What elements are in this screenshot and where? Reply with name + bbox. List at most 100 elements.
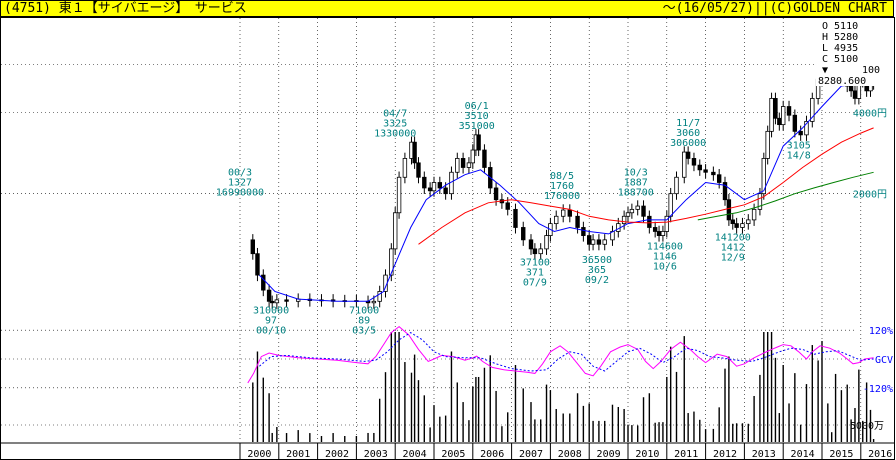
candle-down bbox=[596, 239, 602, 245]
candle-down bbox=[270, 300, 275, 304]
candle-up bbox=[660, 231, 666, 236]
volume-bar bbox=[770, 332, 773, 442]
candle-up bbox=[431, 182, 437, 192]
candle-up bbox=[470, 149, 475, 164]
volume-bar bbox=[514, 365, 517, 442]
ohlc-low: L 4935 bbox=[822, 43, 858, 54]
candle-down bbox=[656, 231, 662, 236]
volume-bar bbox=[429, 427, 431, 442]
annotation-label: 10/6 bbox=[653, 261, 677, 272]
candle-up bbox=[769, 98, 774, 132]
year-label: 2002 bbox=[325, 449, 349, 460]
candle-down bbox=[505, 202, 510, 210]
candle-up bbox=[371, 300, 377, 304]
volume-bar bbox=[592, 420, 594, 442]
candle-up bbox=[740, 223, 745, 228]
candle-down bbox=[697, 164, 702, 171]
volume-bar bbox=[741, 423, 744, 442]
year-label: 2005 bbox=[441, 449, 465, 460]
volume-bar bbox=[475, 376, 477, 442]
ohlc-change: 100 bbox=[862, 65, 880, 76]
candle-up bbox=[602, 239, 607, 245]
candle-down bbox=[521, 227, 526, 241]
volume-bar bbox=[450, 351, 453, 442]
volume-bar bbox=[598, 420, 600, 442]
candle-down bbox=[567, 209, 572, 217]
candle-down bbox=[528, 239, 534, 250]
year-label: 2012 bbox=[713, 449, 737, 460]
volume-bar bbox=[477, 376, 480, 442]
volume-bar bbox=[774, 357, 777, 442]
volume-bar bbox=[611, 404, 614, 442]
candle-up bbox=[590, 239, 596, 245]
volume-bar bbox=[423, 395, 425, 442]
candle-up bbox=[396, 176, 402, 214]
volume-bar bbox=[297, 430, 299, 442]
volume-bar bbox=[483, 367, 486, 442]
candle-down bbox=[730, 219, 735, 225]
annotation-label: 188700 bbox=[618, 188, 654, 199]
volume-bar bbox=[693, 411, 695, 442]
year-label: 2004 bbox=[403, 449, 427, 460]
candle-down bbox=[575, 215, 580, 228]
candle-down bbox=[852, 90, 858, 99]
volume-bar bbox=[778, 413, 781, 442]
volume-bar bbox=[462, 402, 464, 442]
year-label: 2008 bbox=[558, 449, 582, 460]
annotation-label: 00/10 bbox=[256, 325, 286, 336]
volume-bar bbox=[378, 398, 381, 442]
year-label: 2013 bbox=[752, 449, 776, 460]
year-label: 2000 bbox=[247, 449, 271, 460]
candle-down bbox=[703, 169, 708, 173]
volume-bar bbox=[811, 345, 813, 442]
volume-bar bbox=[472, 386, 474, 442]
candle-up bbox=[765, 130, 770, 159]
volume-bar bbox=[648, 393, 651, 442]
candle-down bbox=[652, 227, 658, 232]
candle-up bbox=[635, 205, 640, 210]
down-arrow-icon: ▼ bbox=[822, 65, 828, 76]
volume-bar bbox=[588, 403, 590, 442]
volume-bar bbox=[456, 382, 458, 442]
stock-chart: 00/31327169900003100009700/10710008903/5… bbox=[0, 17, 895, 460]
volume-bar bbox=[782, 365, 784, 442]
candle-down bbox=[437, 182, 443, 189]
volume-bar bbox=[687, 413, 689, 442]
candle-up bbox=[455, 158, 460, 173]
ohlc-box: O 5110 H 5280 L 4935 C 5100 ▼ 100 8280.6… bbox=[816, 18, 894, 87]
volume-bar bbox=[728, 356, 730, 442]
candle-down bbox=[581, 227, 586, 236]
candle-up bbox=[402, 158, 408, 178]
price-axis-label: 2000円 bbox=[853, 190, 887, 201]
candle-down bbox=[266, 289, 272, 302]
volume-bar bbox=[732, 423, 734, 442]
volume-bar bbox=[637, 425, 639, 442]
year-label: 2006 bbox=[480, 449, 504, 460]
candle-down bbox=[711, 171, 716, 176]
candle-down bbox=[716, 174, 722, 183]
volume-bar bbox=[507, 412, 509, 442]
volume-bar bbox=[309, 433, 311, 442]
candle-up bbox=[466, 162, 472, 168]
volume-bar bbox=[669, 346, 672, 442]
volume-bar bbox=[355, 436, 358, 442]
volume-bar bbox=[522, 388, 524, 442]
candle-up bbox=[392, 212, 398, 250]
volume-bar bbox=[489, 355, 491, 442]
year-label: 2014 bbox=[791, 449, 815, 460]
volume-bar bbox=[276, 426, 278, 442]
volume-bar bbox=[662, 422, 664, 442]
gcv-axis-label: GCV bbox=[875, 355, 893, 366]
volume-bar bbox=[444, 415, 447, 442]
annotation-label: 03/5 bbox=[352, 325, 376, 336]
volume-bar bbox=[799, 424, 802, 442]
volume-bar bbox=[846, 384, 848, 442]
candle-down bbox=[482, 149, 487, 168]
volume-bar bbox=[390, 332, 393, 442]
candle-down bbox=[532, 248, 538, 255]
candle-down bbox=[587, 235, 592, 245]
price-axis-label: 4000円 bbox=[853, 108, 887, 119]
candle-down bbox=[443, 187, 448, 195]
volume-bar bbox=[398, 332, 400, 442]
year-label: 2001 bbox=[286, 449, 310, 460]
